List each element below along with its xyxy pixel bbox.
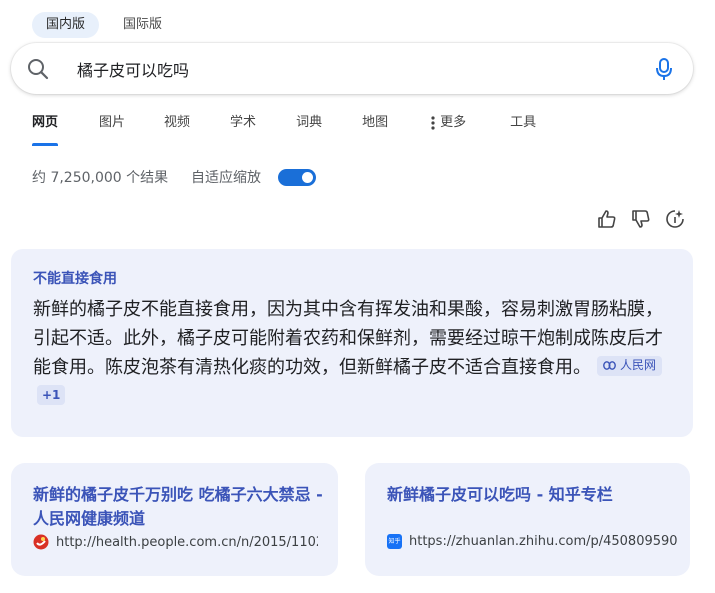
tab-dictionary[interactable]: 词典 [296, 108, 322, 146]
answer-title: 不能直接食用 [33, 271, 117, 287]
citation-more-chip[interactable]: +1 [37, 385, 66, 405]
adaptive-zoom-toggle[interactable] [278, 169, 316, 186]
tab-videos[interactable]: 视频 [164, 108, 190, 146]
zhihu-favicon-icon: 知乎 [387, 534, 402, 549]
tab-more[interactable]: 更多 [431, 108, 466, 146]
people-daily-favicon-icon [33, 534, 49, 550]
copilot-sparkle-icon[interactable] [664, 208, 686, 230]
region-domestic-button[interactable]: 国内版 [32, 12, 100, 38]
link-icon [603, 361, 616, 370]
tab-label: 更多 [440, 115, 467, 130]
thumbs-down-icon[interactable] [630, 208, 652, 230]
result-url[interactable]: 知乎 https://zhuanlan.zhihu.com/p/45080959… [387, 534, 678, 549]
tab-tools[interactable]: 工具 [510, 108, 536, 146]
search-box[interactable]: 橘子皮可以吃吗 [11, 43, 693, 94]
tab-maps[interactable]: 地图 [362, 108, 388, 146]
tab-academic[interactable]: 学术 [230, 108, 256, 146]
tab-label: 词典 [296, 115, 323, 130]
result-card[interactable]: 新鲜的橘子皮千万别吃 吃橘子六大禁忌 - 人民网健康频道 http://heal… [11, 463, 338, 576]
answer-text: 新鲜的橘子皮不能直接食用，因为其中含有挥发油和果酸，容易刺激胃肠粘膜，引起不适。… [33, 299, 663, 378]
result-count: 约 7,250,000 个结果 [32, 170, 169, 186]
thumbs-up-icon[interactable] [596, 208, 618, 230]
tab-label: 地图 [362, 115, 389, 130]
toggle-knob [302, 172, 313, 183]
citation-chip[interactable]: 人民网 [597, 355, 663, 376]
tab-label: 学术 [230, 115, 257, 130]
search-icon[interactable] [26, 57, 50, 81]
tab-label: 网页 [32, 115, 59, 130]
answer-body: 新鲜的橘子皮不能直接食用，因为其中含有挥发油和果酸，容易刺激胃肠粘膜，引起不适。… [33, 295, 673, 411]
result-title[interactable]: 新鲜橘子皮可以吃吗 - 知乎专栏 [387, 483, 677, 507]
tab-images[interactable]: 图片 [99, 108, 125, 146]
tab-web[interactable]: 网页 [32, 108, 59, 146]
citation-source: 人民网 [620, 358, 657, 372]
region-international-button[interactable]: 国际版 [109, 12, 176, 38]
adaptive-zoom-label: 自适应缩放 [191, 170, 261, 186]
tab-label: 图片 [99, 115, 126, 130]
more-vertical-icon [431, 116, 435, 130]
microphone-icon[interactable] [653, 56, 675, 82]
result-title[interactable]: 新鲜的橘子皮千万别吃 吃橘子六大禁忌 - 人民网健康频道 [33, 483, 323, 531]
search-input[interactable]: 橘子皮可以吃吗 [77, 57, 189, 81]
tab-label: 视频 [164, 115, 191, 130]
search-tabs: 网页 图片 视频 学术 词典 地图 更多 工具 [24, 108, 536, 146]
result-url-text: http://health.people.com.cn/n/2015/1102/… [56, 534, 318, 550]
result-url[interactable]: http://health.people.com.cn/n/2015/1102/… [33, 534, 318, 550]
result-card[interactable]: 新鲜橘子皮可以吃吗 - 知乎专栏 知乎 https://zhuanlan.zhi… [365, 463, 690, 576]
region-toggle: 国内版 国际版 [32, 12, 176, 38]
ai-answer-card: 不能直接食用 新鲜的橘子皮不能直接食用，因为其中含有挥发油和果酸，容易刺激胃肠粘… [11, 249, 693, 437]
tab-label: 工具 [510, 115, 537, 130]
result-url-text: https://zhuanlan.zhihu.com/p/450809590 [409, 534, 678, 549]
